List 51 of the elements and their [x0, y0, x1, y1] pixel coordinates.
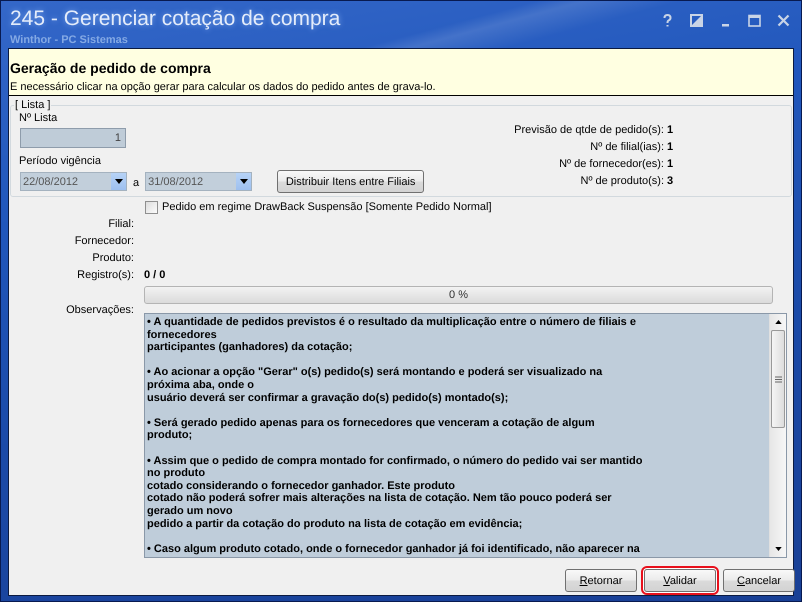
dropdown-button[interactable]: [111, 173, 126, 190]
summary-label: Nº de fornecedor(es):: [558, 158, 664, 171]
caret-up-icon: [774, 320, 782, 324]
scrollbar-track[interactable]: [769, 314, 786, 557]
banner-title: Geração de pedido de compra: [10, 60, 211, 76]
field-label: Registro(s):: [77, 268, 134, 283]
summary-value: 3: [667, 175, 674, 188]
observation-text: • Assim que o pedido de compra montado for confirmado, o número do pedido vai ser mantido no produto cotado considerando o fornecedor ganhador. Este produto cotado não poderá sofrer mais alterações na lista de cotação. Nem tão pouco poderá ser gerado um novo pedido a partir da cotação do produto na lista de cotação em evidência;: [147, 454, 642, 530]
number-field[interactable]: 1: [20, 128, 126, 148]
distribute-button[interactable]: Distribuir Itens entre Filiais: [277, 170, 424, 193]
banner-description: E necessário clicar na opção gerar para calcular os dados do pedido antes de grava-lo.: [10, 81, 436, 94]
help-icon[interactable]: [661, 14, 674, 27]
checkbox-label[interactable]: Pedido em regime DrawBack Suspensão [Somente Pedido Normal]: [162, 201, 492, 214]
summary-label: Nº de filial(ias):: [589, 141, 664, 154]
observation-text: • A quantidade de pedidos previstos é o resultado da multiplicação entre o número de filiais e fornecedores participantes (ganhadores) da cotação;: [147, 316, 636, 354]
field-label: Período vigência: [19, 155, 101, 168]
caret-icon: [240, 179, 248, 184]
caret-icon: [114, 179, 122, 184]
summary-value: 1: [667, 124, 674, 137]
field-label: Filial:: [108, 217, 134, 232]
observation-text: • Ao acionar a opção "Gerar" o(s) pedido(s) será montando e poderá ser visualizado na próxima aba, onde o usuário deverá ser confirmar a gravação do(s) pedido(s) montado(s);: [147, 366, 602, 404]
field-label: Nº Lista: [19, 112, 58, 125]
summary-value: 1: [667, 141, 674, 154]
caret-down-icon: [774, 547, 782, 551]
window-title: 245 - Gerenciar cotação de compra: [10, 7, 340, 31]
dropdown-button[interactable]: [236, 173, 252, 190]
field-label: Produto:: [92, 251, 134, 266]
summary-label: Previsão de qtde de pedido(s):: [514, 124, 664, 137]
range-separator: a: [133, 176, 140, 188]
observation-text: • Caso algum produto cotado, onde o fornecedor ganhador já foi identificado, não aparecer na: [147, 542, 640, 556]
summary-label: Nº de produto(s):: [580, 175, 664, 188]
scrollbar-thumb[interactable]: [771, 330, 785, 428]
close-icon[interactable]: [777, 14, 790, 27]
field-label: Fornecedor:: [74, 234, 134, 249]
grip-icon: [774, 376, 782, 382]
observations-field[interactable]: [144, 313, 787, 558]
dialog-button[interactable]: Cancelar: [723, 569, 795, 592]
maximize-icon[interactable]: [748, 14, 761, 27]
checkbox[interactable]: [145, 201, 158, 214]
observation-text: • Será gerado pedido apenas para os fornecedores que venceram a cotação de algum produto;: [147, 416, 595, 442]
field-label: Observações:: [66, 304, 134, 317]
date-field[interactable]: 22/08/2012: [20, 172, 127, 191]
field-value: 0 / 0: [144, 268, 166, 283]
split-square-icon[interactable]: [690, 14, 703, 27]
dialog-button[interactable]: Retornar: [565, 569, 637, 592]
summary-value: 1: [667, 158, 674, 171]
date-field[interactable]: 31/08/2012: [145, 172, 252, 191]
window-subtitle: Winthor - PC Sistemas: [10, 34, 129, 46]
dialog-button[interactable]: Validar: [644, 569, 716, 592]
group-legend: [ Lista ]: [14, 99, 52, 112]
progress-reading: 0 %: [449, 289, 468, 301]
